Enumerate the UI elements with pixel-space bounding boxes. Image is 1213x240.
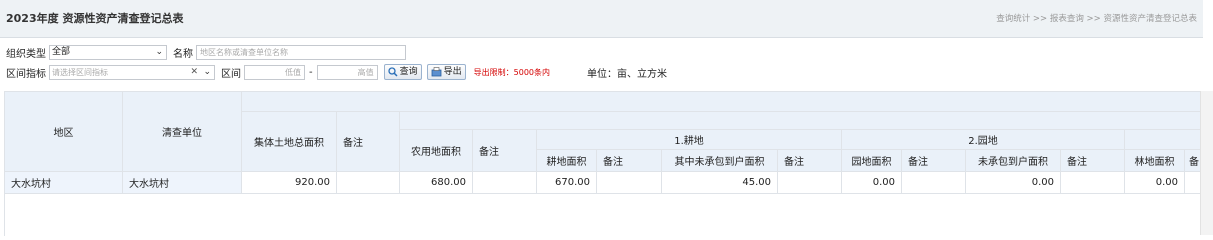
cell-note[interactable] [337,172,400,194]
cell-garden-note[interactable] [902,172,966,194]
header-uncontracted-note: 备注 [778,150,842,172]
name-label: 名称 [173,48,193,60]
range-placeholder: 请选择区间指标 [52,67,108,77]
header-group-garden: 2.园地 [842,130,1125,150]
cell-uncontracted-area[interactable]: 45.00 [662,172,778,194]
search-button[interactable]: 查询 [383,64,422,80]
header-total-area: 集体土地总面积 [242,112,337,172]
header-cultivated-note: 备注 [597,150,662,172]
chevron-down-icon: ⌄ [203,66,211,77]
cell-uncontracted-note[interactable] [778,172,842,194]
filter-row-2: 区间指标 请选择区间指标 ✕ ⌄ 区间 低值 - 高值 查询 导出 导出限制：5… [6,64,667,80]
cell-farm-note[interactable] [473,172,537,194]
header-garden-uncontracted-note: 备注 [1061,150,1125,172]
filter-row-1: 组织类型 全部 ⌄ 名称 地区名称或清查单位名称 [6,44,406,60]
low-value-input[interactable]: 低值 [244,64,305,80]
interval-label: 区间 [221,68,241,80]
high-value-input[interactable]: 高值 [316,64,378,80]
cell-farm-area[interactable]: 680.00 [400,172,473,194]
header-unit: 清查单位 [123,92,242,172]
header-garden-note: 备注 [902,150,966,172]
unit-text: 单位：亩、立方米 [587,68,667,80]
cell-cultivated-note[interactable] [597,172,662,194]
cell-garden-area[interactable]: 0.00 [842,172,902,194]
range-label: 区间指标 [6,68,46,80]
chevron-down-icon: ⌄ [155,46,163,57]
export-button[interactable]: 导出 [426,64,466,80]
range-select[interactable]: 请选择区间指标 ✕ ⌄ [49,64,215,80]
export-limit-text: 导出限制：5000条内 [473,67,550,77]
search-button-label: 查询 [399,67,418,77]
header-forest-area: 林地面积 [1125,150,1185,172]
header-region: 地区 [5,92,123,172]
cell-unit[interactable]: 大水坑村 [123,172,242,194]
header-group-cultivated: 1.耕地 [537,130,842,150]
header-group-forest [1125,130,1201,150]
export-icon [431,67,442,77]
page-title: 2023年度 资源性资产清查登记总表 [6,12,184,25]
header-garden-area: 园地面积 [842,150,902,172]
org-type-label: 组织类型 [6,48,46,60]
org-type-select[interactable]: 全部 ⌄ [49,44,167,60]
header-uncontracted-area: 其中未承包到户面积 [662,150,778,172]
header-agri-band [400,112,1201,130]
title-bar: 2023年度 资源性资产清查登记总表 查询统计 >> 报表查询 >> 资源性资产… [0,0,1203,38]
breadcrumb: 查询统计 >> 报表查询 >> 资源性资产清查登记总表 [996,14,1197,24]
range-dash: - [309,66,313,78]
vertical-scrollbar[interactable] [1200,91,1213,235]
header-cultivated-area: 耕地面积 [537,150,597,172]
name-input[interactable]: 地区名称或清查单位名称 [196,44,406,60]
data-grid: 地区 清查单位 集体土地总面积 备注 农用地面积 备注 1.耕地 2.园地 耕地… [4,91,1201,236]
cell-cultivated-area[interactable]: 670.00 [537,172,597,194]
cell-region[interactable]: 大水坑村 [5,172,123,194]
cell-total-area[interactable]: 920.00 [242,172,337,194]
cell-garden-uncontracted[interactable]: 0.00 [966,172,1061,194]
org-type-value: 全部 [52,46,71,57]
clear-icon[interactable]: ✕ [190,66,198,79]
cell-forest-area[interactable]: 0.00 [1125,172,1185,194]
cell-forest-note[interactable] [1185,172,1201,194]
search-icon [387,67,398,77]
cell-garden-uncontracted-note[interactable] [1061,172,1125,194]
header-farm-note: 备注 [473,130,537,172]
header-note: 备注 [337,112,400,172]
export-button-label: 导出 [443,67,462,77]
header-farm-area: 农用地面积 [400,130,473,172]
header-top-band [242,92,1201,112]
header-forest-note: 备 [1185,150,1201,172]
header-garden-uncontracted: 未承包到户面积 [966,150,1061,172]
